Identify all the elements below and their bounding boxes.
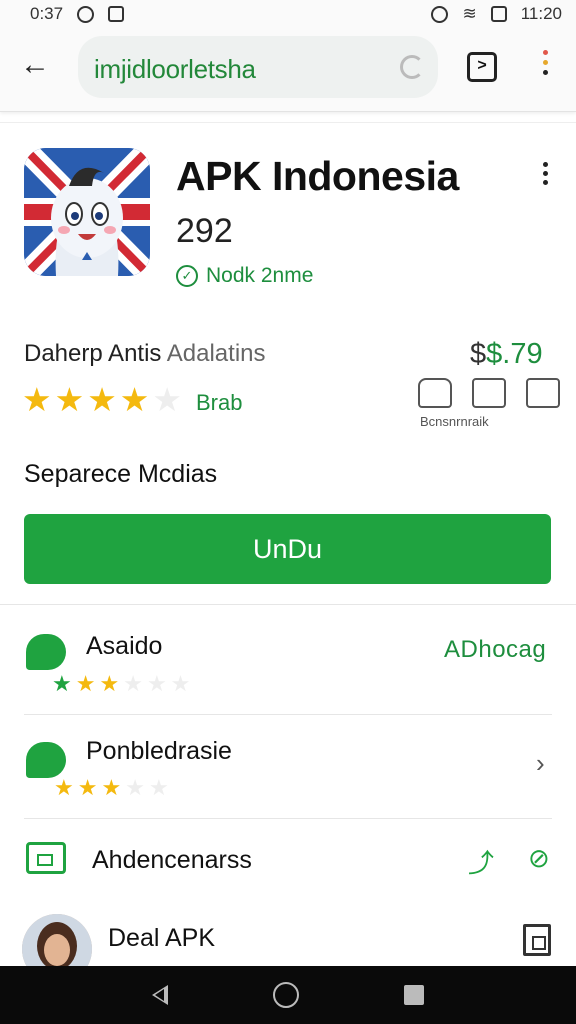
divider: [24, 714, 552, 715]
developer-subtitle: Adalatins: [166, 340, 266, 367]
thumbs-up-icon[interactable]: [418, 378, 452, 408]
wifi-icon: ≋: [462, 4, 477, 23]
mail-icon[interactable]: [472, 378, 506, 408]
action-icons: [418, 378, 560, 408]
star-filled-icon: ★: [99, 671, 120, 696]
price-value: $.79: [486, 338, 543, 370]
url-text[interactable]: imjidloorletsha: [94, 54, 256, 85]
developer-name: Daherp Antis: [24, 340, 162, 367]
developer-line: Daherp Antis Adalatins: [24, 340, 266, 368]
star-empty-icon: ★: [148, 775, 169, 800]
rating-text: Brab: [196, 390, 243, 415]
notification-icon: [108, 6, 125, 22]
star-filled-icon: ★: [119, 381, 150, 418]
verified-badge: ✓ Nodk 2nme: [176, 264, 313, 288]
nav-home-icon[interactable]: [272, 982, 299, 1008]
list-item-stars: ★ ★ ★ ★ ★: [54, 776, 169, 800]
star-empty-icon: ★: [123, 671, 143, 696]
report-icon[interactable]: [526, 378, 560, 408]
star-filled-icon: ★: [22, 381, 52, 418]
system-nav-bar: [0, 966, 576, 1024]
tabs-button[interactable]: >: [467, 52, 497, 82]
star-filled-icon: ★: [75, 671, 96, 696]
rating-stars: ★ ★ ★ ★ ★: [22, 382, 182, 418]
app-title: APK Indonesia: [176, 153, 459, 199]
verified-label: Nodk 2nme: [206, 264, 314, 287]
chat-bubble-icon: [24, 632, 68, 676]
alarm-clock-icon: [431, 5, 449, 23]
star-empty-icon: ★: [146, 671, 167, 696]
browser-toolbar: ← imjidloorletsha >: [0, 28, 576, 112]
install-button[interactable]: UnDu: [24, 514, 551, 584]
status-clock: 11:20: [520, 4, 562, 23]
list-item-label[interactable]: Deal APK: [108, 924, 215, 953]
divider: [0, 604, 576, 605]
chevron-right-icon[interactable]: ›: [536, 748, 545, 779]
star-filled-icon: ★: [101, 775, 122, 800]
star-filled-icon: ★: [52, 671, 72, 696]
back-arrow-icon[interactable]: ←: [20, 50, 52, 82]
folder-icon: [26, 842, 66, 874]
action-caption: Bcnsnrnraik: [420, 414, 489, 429]
check-circle-icon: ✓: [176, 265, 198, 287]
app-mascot-illustration: [24, 148, 150, 276]
app-icon: [24, 148, 150, 276]
section-title: Separece Mcdias: [24, 460, 218, 488]
browser-menu-icon[interactable]: [538, 50, 552, 86]
divider: [24, 818, 552, 819]
status-time: 0:37: [30, 4, 64, 23]
list-item-label[interactable]: Asaido: [86, 632, 162, 661]
price: $$.79: [470, 338, 543, 371]
star-empty-icon: ★: [170, 671, 191, 696]
nav-back-icon[interactable]: [152, 985, 169, 1005]
alarm-icon: [77, 5, 95, 23]
app-number: 292: [176, 212, 233, 250]
reload-icon[interactable]: [400, 55, 424, 79]
list-item-label[interactable]: Ponbledrasie: [86, 737, 232, 766]
star-empty-icon: ★: [125, 775, 145, 800]
calendar-icon[interactable]: [523, 924, 551, 956]
star-filled-icon: ★: [87, 381, 117, 418]
app-overflow-menu-icon[interactable]: [540, 162, 550, 188]
share-icon[interactable]: ⤴: [468, 843, 494, 880]
list-item-label[interactable]: Ahdencenarss: [92, 846, 252, 875]
address-bar[interactable]: imjidloorletsha: [78, 36, 438, 98]
star-filled-icon: ★: [54, 775, 74, 800]
star-filled-icon: ★: [54, 381, 85, 418]
star-filled-icon: ★: [77, 775, 98, 800]
list-item-stars: ★ ★ ★ ★ ★ ★: [52, 672, 190, 696]
star-empty-icon: ★: [152, 381, 182, 418]
link-icon[interactable]: ⊘: [528, 843, 550, 874]
list-item-action[interactable]: ADhocag: [444, 636, 546, 664]
battery-icon: [490, 6, 507, 22]
status-bar: 0:37 ≋ 11:20: [0, 0, 576, 28]
price-sign: $: [470, 338, 487, 370]
nav-recents-icon[interactable]: [403, 985, 424, 1005]
